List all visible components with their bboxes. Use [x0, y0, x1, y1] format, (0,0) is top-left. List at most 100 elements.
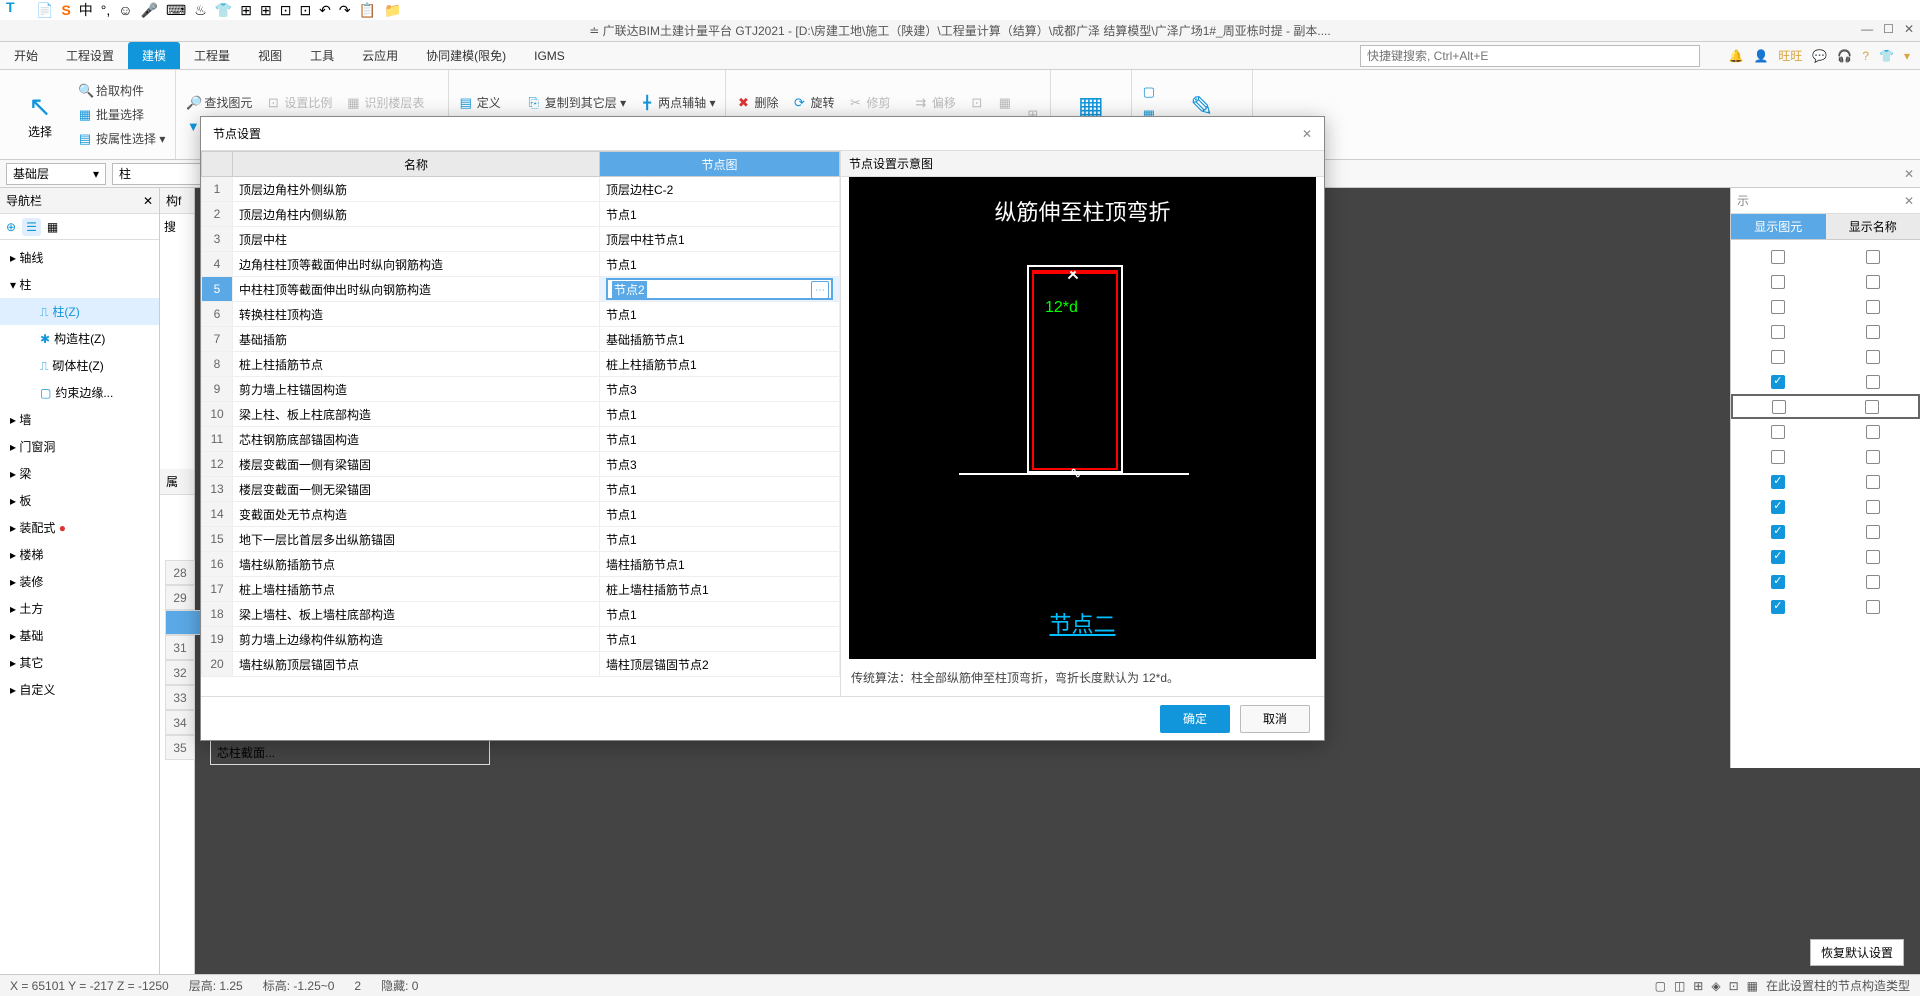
member-search-icon[interactable]: 搜 [164, 220, 176, 234]
row-number[interactable]: 29 [165, 585, 195, 610]
nav-item[interactable]: ▸ 装配式 ● [0, 514, 159, 541]
sys-icon[interactable]: ↶ [319, 2, 331, 19]
select-by-attr-button[interactable]: ▤按属性选择 ▾ [78, 128, 165, 149]
ok-button[interactable]: 确定 [1160, 705, 1230, 733]
define-button[interactable]: ▤定义 [459, 92, 513, 113]
checkbox[interactable] [1771, 575, 1785, 589]
nav-item[interactable]: ▾ 柱 [0, 271, 159, 298]
table-row[interactable]: 10梁上柱、板上柱底部构造节点1 [201, 402, 840, 427]
row-number[interactable]: 31 [165, 635, 195, 660]
row-number[interactable]: 34 [165, 710, 195, 735]
display-row[interactable] [1731, 469, 1920, 494]
nav-tool-icon[interactable]: ☰ [22, 218, 41, 236]
diagram-edit-input[interactable]: 节点2⋯ [606, 278, 833, 300]
two-point-axis-button[interactable]: ╋两点辅轴 ▾ [640, 92, 715, 113]
sys-icon[interactable]: 📁 [384, 2, 401, 19]
checkbox[interactable] [1771, 350, 1785, 364]
row-number[interactable]: 35 [165, 735, 195, 760]
menu-igms[interactable]: IGMS [520, 42, 579, 69]
sys-icon[interactable]: ⊡ [299, 2, 311, 19]
nav-item[interactable]: ▸ 板 [0, 487, 159, 514]
tab-show-element[interactable]: 显示图元 [1731, 214, 1826, 239]
table-row[interactable]: 1顶层边角柱外侧纵筋顶层边柱C-2 [201, 177, 840, 202]
display-row[interactable] [1731, 419, 1920, 444]
menu-modeling[interactable]: 建模 [128, 42, 180, 69]
table-row[interactable]: 7基础插筋基础插筋节点1 [201, 327, 840, 352]
nav-close-icon[interactable]: ✕ [143, 194, 153, 208]
sys-icon[interactable]: 中 [79, 0, 93, 20]
menu-view[interactable]: 视图 [244, 42, 296, 69]
sys-icon[interactable]: °, [101, 2, 111, 18]
checkbox[interactable] [1771, 500, 1785, 514]
row-number[interactable]: 32 [165, 660, 195, 685]
nav-tool-icon[interactable]: ▦ [47, 220, 58, 234]
nav-item[interactable]: ✱构造柱(Z) [0, 325, 159, 352]
batch-select-button[interactable]: ▦批量选择 [78, 104, 165, 125]
checkbox[interactable] [1866, 425, 1880, 439]
sys-icon[interactable]: 🎤 [141, 2, 158, 19]
table-row[interactable]: 13楼层变截面一侧无梁锚固节点1 [201, 477, 840, 502]
row-number[interactable]: 28 [165, 560, 195, 585]
table-row[interactable]: 16墙柱纵筋插筋节点墙柱插筋节点1 [201, 552, 840, 577]
table-header-name[interactable]: 名称 [233, 151, 600, 177]
sys-icon[interactable]: ⊞ [260, 2, 272, 19]
cancel-button[interactable]: 取消 [1240, 705, 1310, 733]
sys-icon[interactable]: 📄 [36, 2, 53, 19]
checkbox[interactable] [1771, 450, 1785, 464]
sys-icon[interactable]: 📋 [359, 2, 376, 19]
table-row[interactable]: 19剪力墙上边缘构件纵筋构造节点1 [201, 627, 840, 652]
table-row[interactable]: 12楼层变截面一侧有梁锚固节点3 [201, 452, 840, 477]
table-row[interactable]: 4边角柱柱顶等截面伸出时纵向钢筋构造节点1 [201, 252, 840, 277]
table-header-diagram[interactable]: 节点图 [600, 151, 840, 177]
checkbox[interactable] [1771, 425, 1785, 439]
display-row[interactable] [1731, 369, 1920, 394]
headset-icon[interactable]: 🎧 [1837, 49, 1852, 63]
sogou-icon[interactable]: S [61, 2, 70, 18]
checkbox[interactable] [1866, 325, 1880, 339]
delete-button[interactable]: ✖删除 [736, 92, 778, 113]
help-icon[interactable]: 💬 [1812, 49, 1827, 63]
nav-item[interactable]: ▸ 墙 [0, 406, 159, 433]
find-element-button[interactable]: 🔎查找图元 [186, 92, 252, 113]
status-view-icon[interactable]: ▦ [1747, 979, 1758, 993]
checkbox[interactable] [1866, 375, 1880, 389]
more-options-button[interactable]: ⋯ [811, 281, 829, 299]
display-row[interactable] [1731, 319, 1920, 344]
checkbox[interactable] [1866, 550, 1880, 564]
minimize-button[interactable]: — [1861, 22, 1873, 36]
display-row[interactable] [1731, 569, 1920, 594]
display-row[interactable] [1731, 394, 1920, 419]
select-tool-button[interactable]: ↖ 选择 [10, 74, 70, 155]
user-avatar[interactable]: 👤 [1753, 49, 1768, 63]
pick-component-button[interactable]: 🔍拾取构件 [78, 80, 165, 101]
sys-icon[interactable]: ⌨ [166, 2, 186, 19]
rotate-button[interactable]: ⟳旋转 [792, 92, 834, 113]
nav-item[interactable]: ▢约束边缘... [0, 379, 159, 406]
menu-project-settings[interactable]: 工程设置 [52, 42, 128, 69]
status-view-icon[interactable]: ⊞ [1693, 979, 1703, 993]
tab-show-name[interactable]: 显示名称 [1826, 214, 1920, 239]
checkbox[interactable] [1866, 250, 1880, 264]
status-view-icon[interactable]: ▢ [1655, 979, 1666, 993]
sys-icon[interactable]: ⊞ [240, 2, 252, 19]
table-row[interactable]: 15地下一层比首层多出纵筋锚固节点1 [201, 527, 840, 552]
checkbox[interactable] [1771, 550, 1785, 564]
checkbox[interactable] [1866, 300, 1880, 314]
display-row[interactable] [1731, 494, 1920, 519]
nav-item[interactable]: ▸ 装修 [0, 568, 159, 595]
sys-icon[interactable]: 👕 [215, 2, 232, 19]
table-row[interactable]: 5中柱柱顶等截面伸出时纵向钢筋构造节点2⋯ [201, 277, 840, 302]
display-row[interactable] [1731, 519, 1920, 544]
status-view-icon[interactable]: ◈ [1711, 979, 1720, 993]
table-row[interactable]: 2顶层边角柱内侧纵筋节点1 [201, 202, 840, 227]
misc-button[interactable]: ▢ [1142, 82, 1156, 102]
checkbox[interactable] [1866, 500, 1880, 514]
close-button[interactable]: ✕ [1904, 22, 1914, 36]
nav-tool-icon[interactable]: ⊕ [6, 220, 16, 234]
checkbox[interactable] [1866, 525, 1880, 539]
row-number[interactable]: 33 [165, 685, 195, 710]
status-view-icon[interactable]: ◫ [1674, 979, 1685, 993]
display-row[interactable] [1731, 594, 1920, 619]
checkbox[interactable] [1866, 475, 1880, 489]
checkbox[interactable] [1771, 325, 1785, 339]
